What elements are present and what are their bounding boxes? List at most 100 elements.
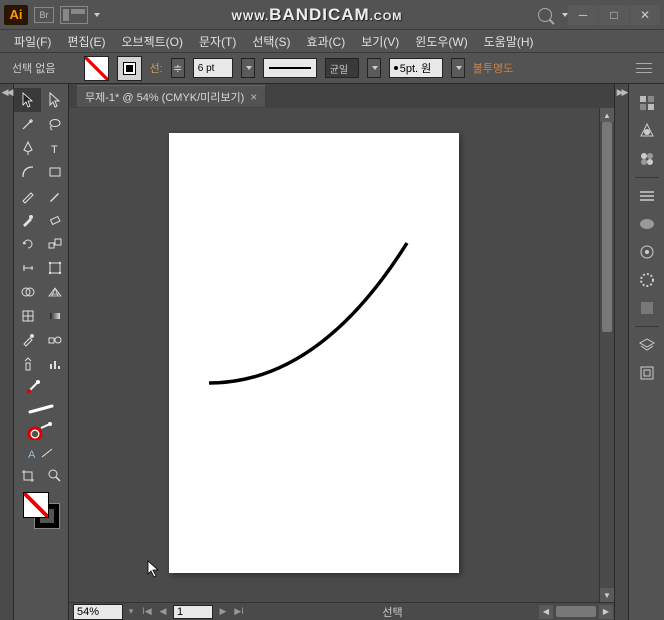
opacity-label[interactable]: 불투명도 <box>473 60 513 76</box>
width-tool[interactable] <box>14 256 41 280</box>
menu-select[interactable]: 선택(S) <box>246 31 296 52</box>
eraser-tool[interactable] <box>41 208 68 232</box>
svg-text:T: T <box>51 144 58 156</box>
svg-text:A: A <box>28 449 36 460</box>
shape-builder-tool[interactable] <box>14 280 41 304</box>
gradient-panel-icon[interactable] <box>633 211 661 237</box>
pen-tool[interactable] <box>14 136 41 160</box>
perspective-grid-tool[interactable] <box>41 280 68 304</box>
artboards-panel-icon[interactable] <box>633 360 661 386</box>
menu-edit[interactable]: 편집(E) <box>61 31 111 52</box>
maximize-button[interactable]: □ <box>599 5 629 25</box>
minimize-button[interactable]: ─ <box>568 5 598 25</box>
fill-stroke-control[interactable] <box>14 488 68 532</box>
bridge-button[interactable]: Br <box>34 7 54 23</box>
symbol-sprayer-tool[interactable] <box>14 352 41 376</box>
document-tab[interactable]: 무제-1* @ 54% (CMYK/미리보기) × <box>77 85 265 107</box>
layers-panel-icon[interactable] <box>633 332 661 358</box>
fill-swatch[interactable] <box>84 56 109 81</box>
pencil-tool[interactable] <box>41 184 68 208</box>
toolbox: T A <box>14 84 69 620</box>
swatches-panel-icon[interactable] <box>633 146 661 172</box>
crop-icon[interactable] <box>14 464 41 488</box>
column-graph-tool[interactable] <box>41 352 68 376</box>
direct-selection-tool[interactable] <box>41 88 68 112</box>
graphic-styles-panel-icon[interactable] <box>633 295 661 321</box>
line-segment-tool[interactable] <box>14 160 41 184</box>
stroke-style-dropdown-icon[interactable] <box>367 58 381 78</box>
chevron-left-icon: ◀◀ <box>2 87 12 98</box>
next-page-icon[interactable]: ▶ <box>215 605 231 619</box>
transparency-panel-icon[interactable] <box>633 239 661 265</box>
paintbrush-tool[interactable] <box>14 184 41 208</box>
control-bar-menu-icon[interactable] <box>636 63 652 73</box>
slice-tool[interactable] <box>14 398 68 420</box>
close-button[interactable]: ✕ <box>630 5 660 25</box>
stroke-stepper-icon[interactable]: ≑ <box>171 58 185 78</box>
blob-brush-tool[interactable] <box>14 208 41 232</box>
menu-effect[interactable]: 효과(C) <box>300 31 351 52</box>
blend-tool[interactable] <box>41 328 68 352</box>
menu-view[interactable]: 보기(V) <box>355 31 405 52</box>
rotate-tool[interactable] <box>14 232 41 256</box>
color-guide-panel-icon[interactable] <box>633 118 661 144</box>
mesh-tool[interactable] <box>14 304 41 328</box>
scroll-up-icon[interactable]: ▲ <box>600 108 614 122</box>
brush-preset-preview[interactable]: 5pt. 원 <box>389 58 443 78</box>
last-page-icon[interactable]: ▶I <box>231 605 247 619</box>
search-icon[interactable] <box>538 8 552 22</box>
rectangle-tool[interactable] <box>41 160 68 184</box>
right-panels-collapse-button[interactable]: ▶▶ <box>614 84 628 620</box>
hand-tool[interactable] <box>14 420 68 442</box>
gradient-tool[interactable] <box>41 304 68 328</box>
zoom-input[interactable]: 54% <box>73 604 123 620</box>
horizontal-scroll-thumb[interactable] <box>556 606 596 617</box>
toolbox-collapse-button[interactable]: ◀◀ <box>0 84 14 620</box>
stroke-weight-label: 선: <box>150 60 163 76</box>
stroke-style-preview[interactable] <box>263 58 317 78</box>
scroll-left-icon[interactable]: ◀ <box>539 605 553 619</box>
stroke-swatch[interactable] <box>117 56 142 81</box>
stroke-weight-input[interactable]: 6 pt <box>193 58 233 78</box>
menu-type[interactable]: 문자(T) <box>193 31 242 52</box>
tab-close-icon[interactable]: × <box>250 90 257 104</box>
appearance-panel-icon[interactable] <box>633 267 661 293</box>
vertical-scroll-thumb[interactable] <box>602 122 612 332</box>
color-panel-icon[interactable] <box>633 90 661 116</box>
menu-help[interactable]: 도움말(H) <box>478 31 540 52</box>
type-tool[interactable]: T <box>41 136 68 160</box>
menu-object[interactable]: 오브젝트(O) <box>115 31 189 52</box>
status-mode-label: 선택 <box>247 604 538 620</box>
cursor-icon <box>147 560 161 578</box>
lasso-tool[interactable] <box>41 112 68 136</box>
free-transform-tool[interactable] <box>41 256 68 280</box>
scale-tool[interactable] <box>41 232 68 256</box>
canvas-viewport[interactable]: ▲ ▼ <box>69 108 614 602</box>
scroll-down-icon[interactable]: ▼ <box>600 588 614 602</box>
menu-file[interactable]: 파일(F) <box>8 31 57 52</box>
stroke-panel-icon[interactable] <box>633 183 661 209</box>
magic-wand-tool[interactable] <box>14 112 41 136</box>
bandicam-watermark: WWW.BANDICAM.COM <box>100 5 534 25</box>
stroke-dropdown-icon[interactable] <box>241 58 255 78</box>
menu-window[interactable]: 윈도우(W) <box>409 31 473 52</box>
stroke-style-label[interactable]: 균일 <box>325 58 359 78</box>
app-logo: Ai <box>4 5 28 25</box>
artboard[interactable] <box>169 133 459 573</box>
artboard-tool[interactable] <box>14 376 68 398</box>
status-bar: 54% ▾ I◀ ◀ 1 ▶ ▶I 선택 ◀ ▶ <box>69 602 614 620</box>
zoom-dropdown-icon[interactable]: ▾ <box>123 605 139 619</box>
scroll-right-icon[interactable]: ▶ <box>599 605 613 619</box>
eyedropper-tool[interactable] <box>14 328 41 352</box>
page-input[interactable]: 1 <box>173 605 213 619</box>
selection-tool[interactable] <box>14 88 41 112</box>
document-tab-bar: 무제-1* @ 54% (CMYK/미리보기) × <box>69 84 614 108</box>
first-page-icon[interactable]: I◀ <box>139 605 155 619</box>
prev-page-icon[interactable]: ◀ <box>155 605 171 619</box>
vertical-scrollbar[interactable]: ▲ ▼ <box>599 108 614 602</box>
brush-dropdown-icon[interactable] <box>451 58 465 78</box>
drawn-curve-path[interactable] <box>169 133 459 573</box>
print-tiling-icon[interactable] <box>41 464 68 488</box>
workspace-layout-button[interactable] <box>60 6 88 24</box>
zoom-tool[interactable]: A <box>14 442 68 464</box>
